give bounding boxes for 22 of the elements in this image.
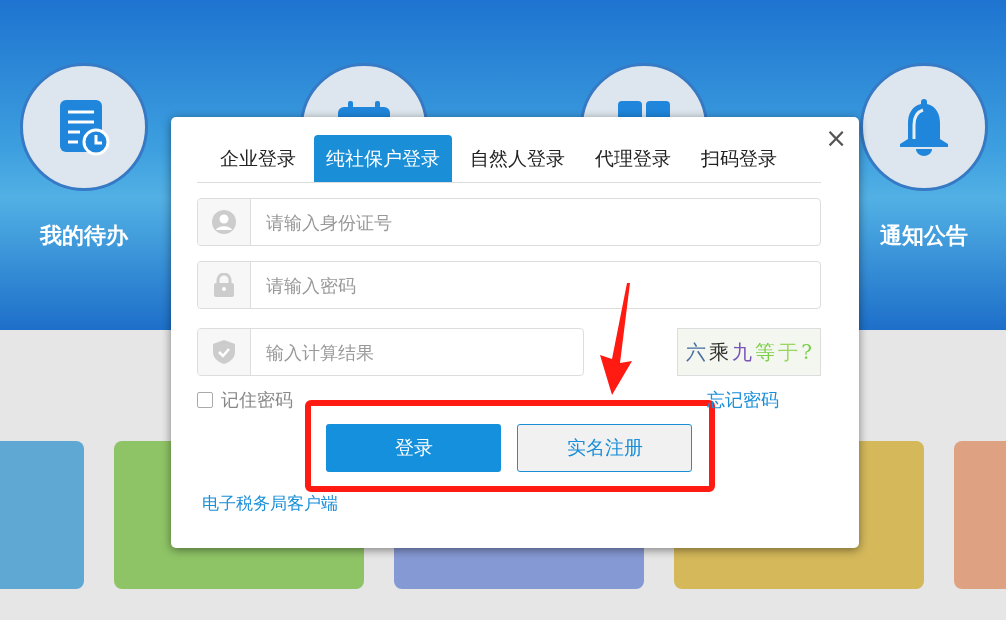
text-input[interactable]: 输入计算结果 — [251, 329, 583, 375]
remember-label: 记住密码 — [221, 388, 293, 412]
captcha-image[interactable]: 六乘九等于? — [677, 328, 821, 376]
lock-icon — [213, 273, 235, 297]
register-button[interactable]: 实名注册 — [517, 424, 692, 472]
bell-icon — [897, 97, 951, 157]
forgot-password-link[interactable]: 忘记密码 — [707, 388, 779, 412]
login-tab[interactable]: 自然人登录 — [458, 135, 577, 182]
login-tab[interactable]: 扫码登录 — [689, 135, 789, 182]
login-tab[interactable]: 企业登录 — [208, 135, 308, 182]
document-clock-icon — [58, 98, 110, 156]
shield-check-icon — [213, 340, 235, 364]
shortcut-label[interactable]: 通知公告 — [880, 221, 968, 251]
login-tab[interactable]: 纯社保户登录 — [314, 135, 452, 182]
login-tab[interactable]: 代理登录 — [583, 135, 683, 182]
shortcut-label[interactable]: 我的待办 — [40, 221, 128, 251]
input-field[interactable]: 输入计算结果 — [197, 328, 584, 376]
user-icon — [212, 210, 236, 234]
client-link[interactable]: 电子税务局客户端 — [202, 492, 338, 515]
remember-checkbox[interactable] — [197, 392, 213, 408]
close-button[interactable]: × — [825, 125, 847, 151]
login-button[interactable]: 登录 — [326, 424, 501, 472]
